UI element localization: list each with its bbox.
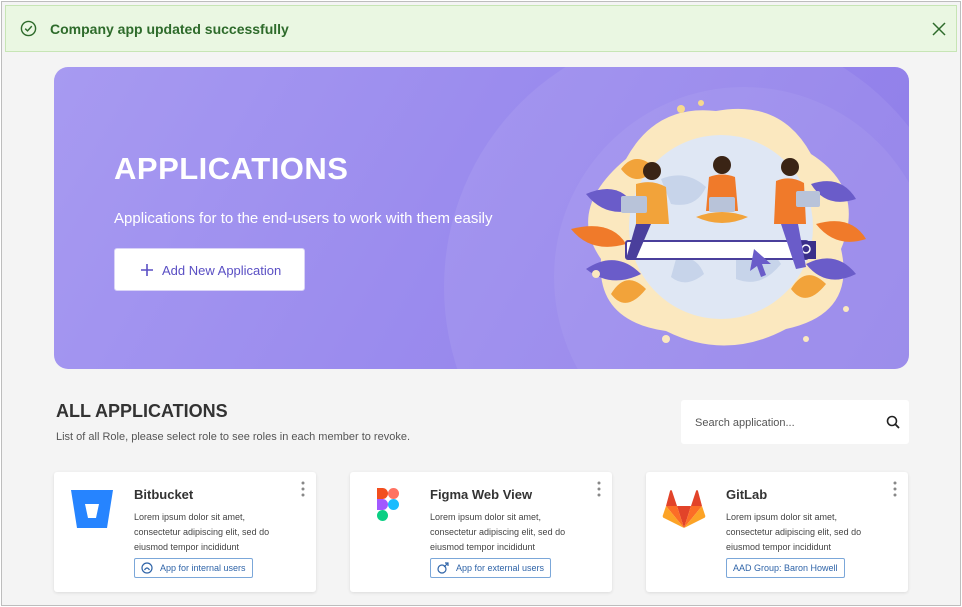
people-working-illustration — [571, 100, 866, 346]
app-description: Lorem ipsum dolor sit amet, consectetur … — [726, 512, 862, 552]
close-icon[interactable] — [928, 18, 950, 40]
toast-message: Company app updated successfully — [50, 21, 289, 37]
section-title: ALL APPLICATIONS — [56, 401, 228, 421]
app-card-gitlab[interactable]: GitLab Lorem ipsum dolor sit amet, conse… — [646, 472, 908, 592]
search-box — [681, 400, 909, 444]
app-access-tag-label: App for external users — [456, 563, 545, 573]
app-access-tag[interactable]: AAD Group: Baron Howell — [726, 558, 845, 578]
gitlab-logo — [662, 490, 706, 528]
section-description: List of all Role, please select role to … — [56, 431, 411, 443]
search-icon[interactable] — [886, 415, 900, 429]
app-card-bitbucket[interactable]: Bitbucket Lorem ipsum dolor sit amet, co… — [54, 472, 316, 592]
hero-banner: APPLICATIONS Applications for to the end… — [54, 67, 909, 369]
add-new-application-label: Add New Application — [162, 263, 282, 278]
app-name: Bitbucket — [134, 487, 194, 502]
app-access-tag-label: AAD Group: Baron Howell — [733, 563, 838, 573]
check-circle-icon — [20, 20, 37, 37]
app-window: Company app updated successfully APPLICA… — [1, 1, 961, 606]
success-toast: Company app updated successfully — [5, 5, 957, 52]
app-description: Lorem ipsum dolor sit amet, consectetur … — [430, 512, 566, 552]
app-description: Lorem ipsum dolor sit amet, consectetur … — [134, 512, 270, 552]
more-options-icon[interactable] — [596, 480, 602, 498]
app-access-tag-label: App for internal users — [160, 563, 246, 573]
figma-logo — [377, 488, 399, 521]
more-options-icon[interactable] — [300, 480, 306, 498]
app-name: Figma Web View — [430, 487, 533, 502]
more-options-icon[interactable] — [892, 480, 898, 498]
app-access-tag[interactable]: App for external users — [430, 558, 552, 578]
page-subtitle: Applications for to the end-users to wor… — [114, 210, 493, 227]
add-new-application-button[interactable]: Add New Application — [114, 248, 305, 291]
page-title: APPLICATIONS — [114, 151, 349, 186]
app-access-tag[interactable]: App for internal users — [134, 558, 253, 578]
internal-users-icon — [141, 562, 153, 574]
app-name: GitLab — [726, 487, 768, 502]
bitbucket-logo — [71, 490, 113, 528]
search-input[interactable] — [693, 412, 867, 434]
external-users-icon — [437, 562, 449, 574]
app-card-figma-web-view[interactable]: Figma Web View Lorem ipsum dolor sit ame… — [350, 472, 612, 592]
plus-icon — [141, 264, 153, 276]
